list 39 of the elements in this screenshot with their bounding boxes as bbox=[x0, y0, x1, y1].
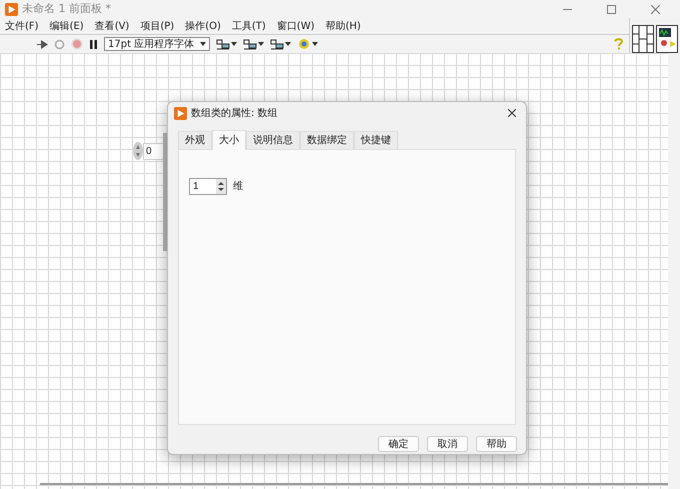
menu-item[interactable]: 帮助(H) bbox=[322, 18, 364, 34]
increment-decrement-icon[interactable] bbox=[133, 142, 143, 160]
menu-item[interactable]: 编辑(E) bbox=[46, 18, 87, 34]
align-objects-icon[interactable] bbox=[216, 38, 230, 50]
tab[interactable]: 数据绑定 bbox=[300, 131, 354, 149]
app-logo-icon bbox=[5, 2, 18, 16]
caret-icon bbox=[285, 42, 291, 46]
dimensions-field[interactable]: 1 bbox=[189, 178, 227, 195]
caret-icon bbox=[258, 42, 264, 46]
menu-item[interactable]: 文件(F) bbox=[2, 18, 42, 34]
tab[interactable]: 快捷键 bbox=[354, 131, 398, 149]
dialog-title: 数组类的属性: 数组 bbox=[191, 106, 278, 120]
app-logo-icon bbox=[174, 106, 187, 120]
tab[interactable]: 大小 bbox=[212, 130, 246, 150]
window-title: 未命名 1 前面板 * bbox=[22, 0, 111, 17]
tab[interactable]: 说明信息 bbox=[246, 131, 300, 149]
menu-item[interactable]: 窗口(W) bbox=[274, 18, 318, 34]
caret-icon bbox=[200, 42, 206, 46]
vi-icon[interactable] bbox=[656, 25, 678, 53]
dialog-button[interactable]: 帮助 bbox=[476, 436, 517, 452]
tab[interactable]: 外观 bbox=[178, 131, 212, 149]
run-arrow-icon[interactable] bbox=[37, 38, 48, 50]
menu-item[interactable]: 查看(V) bbox=[92, 18, 132, 34]
dialog-button[interactable]: 确定 bbox=[378, 436, 419, 452]
font-dropdown[interactable]: 17pt 应用程序字体 bbox=[104, 37, 210, 51]
menu-item[interactable]: 工具(T) bbox=[228, 18, 269, 34]
menu-item[interactable]: 操作(O) bbox=[182, 18, 224, 34]
minimize-icon bbox=[562, 8, 572, 10]
maximize-icon bbox=[606, 4, 616, 14]
pause-icon[interactable] bbox=[89, 40, 98, 48]
close-icon bbox=[508, 109, 516, 117]
menu-item[interactable]: 项目(P) bbox=[137, 18, 178, 34]
dialog-button[interactable]: 取消 bbox=[427, 436, 468, 452]
connector-pane-icon[interactable] bbox=[632, 25, 654, 53]
dimensions-label: 维 bbox=[233, 180, 243, 194]
caret-icon bbox=[231, 42, 237, 46]
spin-arrows-icon[interactable] bbox=[216, 179, 226, 194]
caret-icon bbox=[312, 42, 318, 46]
close-icon bbox=[650, 4, 660, 14]
